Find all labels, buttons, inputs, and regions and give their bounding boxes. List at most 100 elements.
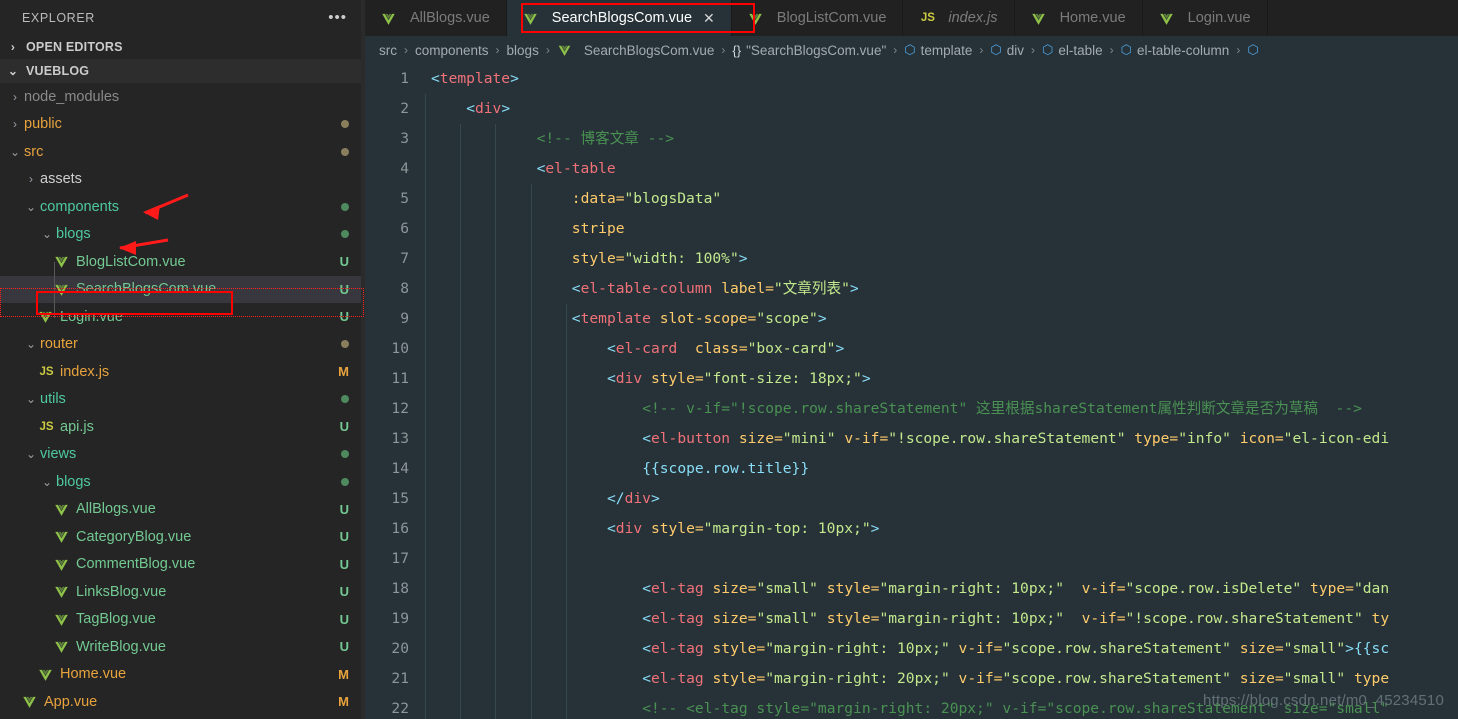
token: "small": [756, 610, 818, 627]
indent-guide: [565, 544, 567, 574]
code-line[interactable]: 3 <!-- 博客文章 -->: [365, 124, 1458, 154]
tree-file-commentblog-vue[interactable]: CommentBlog.vue U: [0, 551, 365, 579]
code-line[interactable]: 16 <div style="margin-top: 10px;">: [365, 514, 1458, 544]
tree-folder-blogs[interactable]: ⌄ blogs: [0, 468, 365, 496]
chevron-down-icon[interactable]: ⌄: [6, 145, 24, 159]
indent-guide: [495, 424, 497, 454]
chevron-down-icon[interactable]: ⌄: [22, 337, 40, 351]
line-number: 11: [391, 370, 409, 387]
code-line[interactable]: 11 <div style="font-size: 18px;">: [365, 364, 1458, 394]
editor-tab-allblogs-vue[interactable]: AllBlogs.vue: [365, 0, 507, 36]
chevron-down-icon[interactable]: ⌄: [38, 475, 56, 489]
chevron-down-icon[interactable]: ⌄: [22, 447, 40, 461]
token: v-if=: [958, 670, 1003, 687]
indent-guide: [425, 274, 426, 304]
code-line[interactable]: 13 <el-button size="mini" v-if="!scope.ro…: [365, 424, 1458, 454]
explorer-section-vueblog[interactable]: ⌄ VUEBLOG: [0, 59, 365, 83]
tree-file-home-vue[interactable]: Home.vue M: [0, 661, 365, 689]
cube-icon: ⬡: [990, 42, 1002, 57]
breadcrumb-item-searchblogscomvue[interactable]: SearchBlogsCom.vue: [557, 43, 714, 58]
chevron-right-icon[interactable]: ›: [6, 117, 24, 131]
token: <: [571, 280, 581, 297]
code-editor[interactable]: 1 <template> 2 <div> 3 <!-- 博客文章 --> 4 <el-tabl…: [365, 64, 1458, 719]
code-line[interactable]: 2 <div>: [365, 94, 1458, 124]
token: ty: [1371, 610, 1390, 627]
code-line[interactable]: 4 <el-table: [365, 154, 1458, 184]
code-line[interactable]: 7 style="width: 100%">: [365, 244, 1458, 274]
tree-file-linksblog-vue[interactable]: LinksBlog.vue U: [0, 578, 365, 606]
tree-folder-views[interactable]: ⌄ views: [0, 441, 365, 469]
indent-guide: [425, 334, 426, 364]
tree-file-categoryblog-vue[interactable]: CategoryBlog.vue U: [0, 523, 365, 551]
breadcrumb-item-src[interactable]: src: [379, 43, 397, 58]
tree-folder-public[interactable]: › public: [0, 111, 365, 139]
code-line[interactable]: 5:data="blogsData": [365, 184, 1458, 214]
folder-status-dot: [341, 147, 349, 156]
tree-folder-assets[interactable]: › assets: [0, 166, 365, 194]
editor-tab-login-vue[interactable]: Login.vue: [1142, 0, 1268, 36]
token: "scope": [756, 310, 818, 327]
code-line[interactable]: 8 <el-table-column label="文章列表">: [365, 274, 1458, 304]
tree-item-label: components: [40, 198, 119, 215]
tree-file-tagblog-vue[interactable]: TagBlog.vue U: [0, 606, 365, 634]
breadcrumb-item-searchblogscomvue[interactable]: {} "SearchBlogsCom.vue": [732, 43, 886, 58]
close-icon[interactable]: ✕: [703, 10, 715, 27]
tree-folder-blogs[interactable]: ⌄ blogs: [0, 221, 365, 249]
breadcrumb-item-components[interactable]: components: [415, 43, 489, 58]
line-number: 7: [400, 250, 409, 267]
breadcrumb-item-blogs[interactable]: blogs: [507, 43, 539, 58]
chevron-down-icon[interactable]: ⌄: [22, 392, 40, 406]
breadcrumb-item-eltablecolumn[interactable]: ⬡ el-table-column: [1121, 42, 1230, 58]
explorer-section-open-editors[interactable]: › OPEN EDITORS: [0, 35, 365, 59]
code-line[interactable]: 9 <template slot-scope="scope">: [365, 304, 1458, 334]
tree-folder-utils[interactable]: ⌄ utils: [0, 386, 365, 414]
token: div: [615, 520, 643, 537]
code-line[interactable]: 14 {{scope.row.title}}: [365, 454, 1458, 484]
breadcrumb-item-symbol[interactable]: ⬡: [1247, 42, 1258, 58]
code-line[interactable]: 12 <!-- v-if="!scope.row.shareStatement" …: [365, 394, 1458, 424]
tree-file-writeblog-vue[interactable]: WriteBlog.vue U: [0, 633, 365, 661]
code-line[interactable]: 15 </div>: [365, 484, 1458, 514]
tree-file-app-vue[interactable]: App.vue M: [0, 688, 365, 716]
code-line[interactable]: 21 <el-tag style="margin-right: 20px;" v-…: [365, 664, 1458, 694]
editor-tab-bloglistcom-vue[interactable]: BlogListCom.vue: [731, 0, 904, 36]
tree-file-api-js[interactable]: JS api.js U: [0, 413, 365, 441]
chevron-down-icon[interactable]: ⌄: [38, 227, 56, 241]
tree-file-index-js[interactable]: JS index.js M: [0, 358, 365, 386]
code-line[interactable]: 1 <template>: [365, 64, 1458, 94]
code-line[interactable]: 17: [365, 544, 1458, 574]
breadcrumb-separator: ›: [1236, 43, 1241, 57]
code-line[interactable]: 10 <el-card class="box-card">: [365, 334, 1458, 364]
editor-tab-searchblogscom-vue[interactable]: SearchBlogsCom.vue ✕: [506, 0, 732, 36]
editor-tab-home-vue[interactable]: Home.vue: [1014, 0, 1143, 36]
code-line[interactable]: 18 <el-tag size="small" style="margin-rig…: [365, 574, 1458, 604]
tree-folder-node_modules[interactable]: › node_modules: [0, 83, 365, 111]
tree-item-label: node_modules: [24, 88, 120, 105]
editor-tab-index-js[interactable]: JS index.js: [903, 0, 1015, 36]
tree-folder-router[interactable]: ⌄ router: [0, 331, 365, 359]
breadcrumb-label: blogs: [506, 42, 539, 58]
tree-file-allblogs-vue[interactable]: AllBlogs.vue U: [0, 496, 365, 524]
git-status-badge: U: [339, 584, 349, 600]
chevron-right-icon[interactable]: ›: [6, 90, 24, 104]
line-number: 17: [391, 550, 409, 567]
breadcrumb-separator: ›: [545, 43, 550, 57]
code-line[interactable]: 6 stripe: [365, 214, 1458, 244]
vue-icon: [55, 532, 68, 544]
code-content: :data="blogsData": [423, 184, 1458, 214]
breadcrumb-item-template[interactable]: ⬡ template: [904, 42, 972, 58]
tree-folder-src[interactable]: ⌄ src: [0, 138, 365, 166]
more-actions-icon[interactable]: •••: [328, 10, 347, 25]
breadcrumb-item-eltable[interactable]: ⬡ el-table: [1042, 42, 1103, 58]
breadcrumb-item-div[interactable]: ⬡ div: [990, 42, 1024, 58]
chevron-down-icon[interactable]: ⌄: [22, 200, 40, 214]
vue-icon: [524, 13, 537, 25]
code-line[interactable]: 19 <el-tag size="small" style="margin-rig…: [365, 604, 1458, 634]
code-line[interactable]: 20 <el-tag style="margin-right: 10px;" v-…: [365, 634, 1458, 664]
indent-guide: [460, 634, 462, 664]
token: <: [607, 370, 616, 387]
chevron-right-icon[interactable]: ›: [22, 172, 40, 186]
indent-guide: [425, 664, 426, 694]
tree-folder-components[interactable]: ⌄ components: [0, 193, 365, 221]
